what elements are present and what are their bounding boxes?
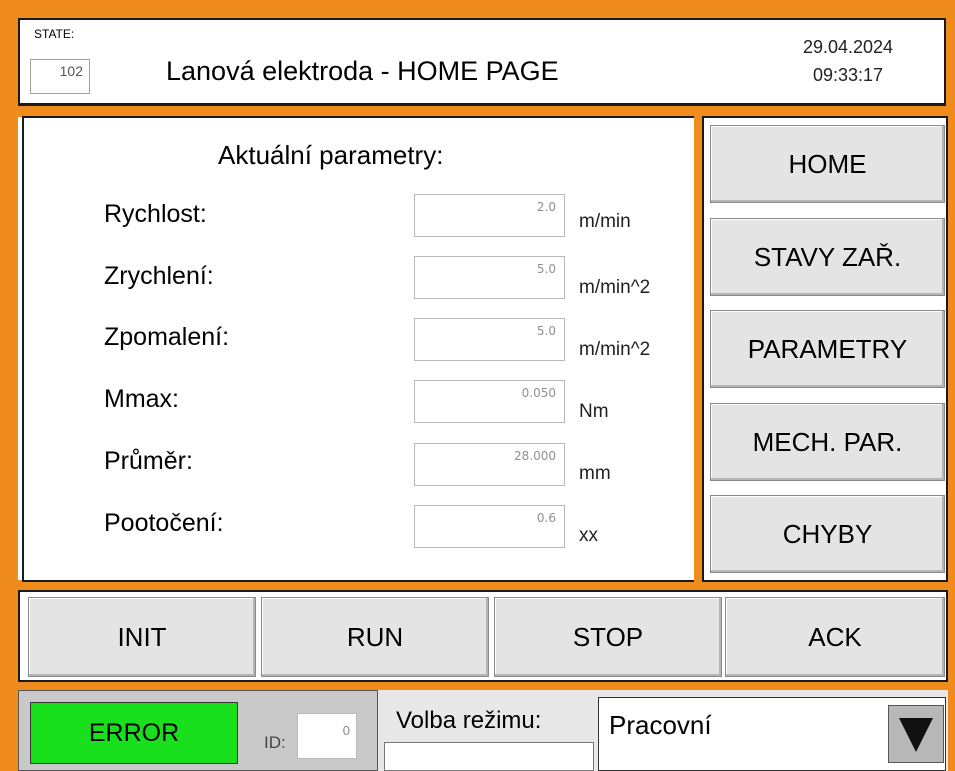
param-value-zpomaleni: 5.0: [414, 318, 565, 361]
param-label-mmax: Mmax:: [104, 385, 179, 413]
param-value-mmax: 0.050: [414, 380, 565, 423]
run-button[interactable]: RUN: [261, 597, 489, 677]
ack-button[interactable]: ACK: [725, 597, 945, 677]
stop-button[interactable]: STOP: [494, 597, 722, 677]
param-label-prumer: Průměr:: [104, 447, 193, 475]
param-label-pootoceni: Pootočení:: [104, 509, 224, 537]
param-unit-rychlost: m/min: [579, 211, 631, 232]
params-title: Aktuální parametry:: [218, 140, 444, 170]
id-value: 0: [297, 713, 357, 759]
param-unit-zpomaleni: m/min^2: [579, 339, 651, 360]
init-button[interactable]: INIT: [28, 597, 256, 677]
date: 29.04.2024: [802, 37, 894, 57]
state-value: 102: [30, 59, 90, 94]
param-unit-mmax: Nm: [579, 401, 609, 422]
home-button[interactable]: HOME: [710, 125, 945, 203]
param-value-prumer: 28.000: [414, 443, 565, 486]
mech-par-button[interactable]: MECH. PAR.: [710, 403, 945, 481]
state-label: STATE:: [34, 27, 75, 41]
error-indicator: ERROR: [30, 702, 238, 764]
param-value-rychlost: 2.0: [414, 194, 565, 237]
param-label-rychlost: Rychlost:: [104, 200, 207, 228]
param-unit-zrychleni: m/min^2: [579, 277, 651, 298]
param-value-pootoceni: 0.6: [414, 505, 565, 548]
parametry-button[interactable]: PARAMETRY: [710, 310, 945, 388]
frame-top: [0, 0, 955, 18]
mode-label: Volba režimu:: [396, 707, 542, 734]
page-title: Lanová elektroda - HOME PAGE: [166, 56, 559, 86]
param-label-zrychleni: Zrychlení:: [104, 262, 214, 290]
stavy-zar-button[interactable]: STAVY ZAŘ.: [710, 218, 945, 296]
mode-dropdown-button[interactable]: [888, 705, 944, 763]
chyby-button[interactable]: CHYBY: [710, 495, 945, 573]
id-label: ID:: [264, 733, 286, 752]
datetime: 29.04.2024 09:33:17: [778, 33, 918, 89]
param-unit-prumer: mm: [579, 463, 611, 484]
triangle-down-icon: [899, 718, 933, 752]
time: 09:33:17: [812, 65, 884, 85]
param-label-zpomaleni: Zpomalení:: [104, 323, 230, 351]
param-value-zrychleni: 5.0: [414, 256, 565, 299]
mode-label-underline-box: [384, 742, 594, 771]
param-unit-pootoceni: xx: [579, 525, 598, 546]
